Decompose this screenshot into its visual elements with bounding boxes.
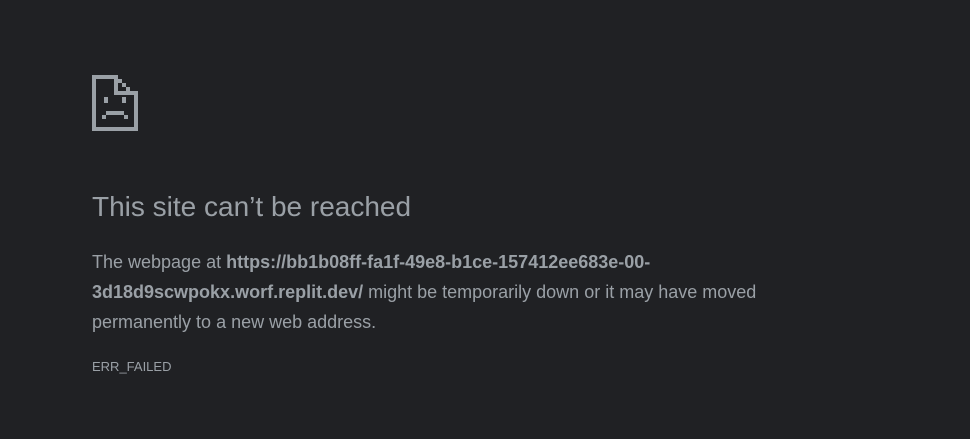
failed-url-part-1: https://bb1b08ff-fa1f-49e8-b1ce-157412ee… — [226, 252, 651, 272]
error-title: This site can’t be reached — [92, 191, 412, 222]
error-page: This site can’t be reached The webpage a… — [0, 0, 970, 439]
failed-url-part-2: 3d18d9scwpokx.worf.replit.dev/ — [92, 282, 364, 302]
sad-page-icon — [92, 75, 138, 131]
error-code: ERR_FAILED — [92, 359, 172, 374]
message-prefix: The webpage at — [92, 252, 227, 272]
error-message: The webpage at https://bb1b08ff-fa1f-49e… — [92, 247, 832, 337]
